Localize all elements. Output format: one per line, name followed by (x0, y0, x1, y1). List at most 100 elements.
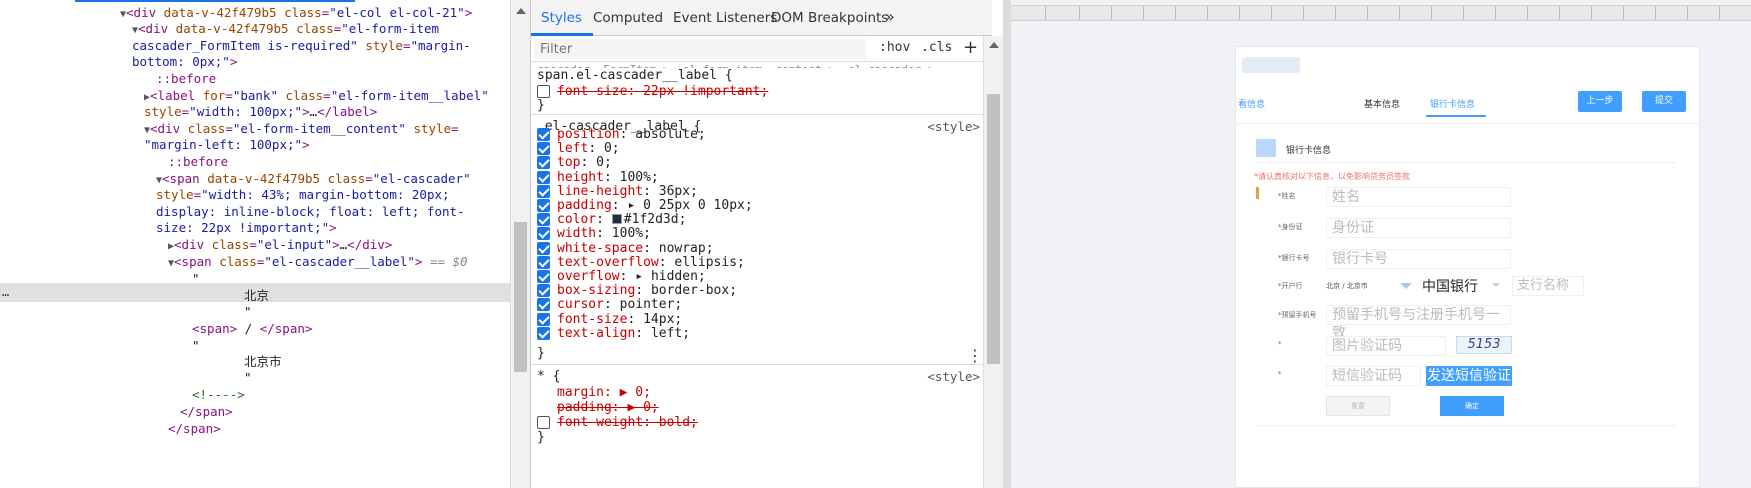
decl-checkbox[interactable] (537, 170, 550, 184)
rule3-fontweight-checkbox[interactable] (537, 416, 550, 429)
text-node-quote[interactable]: " (244, 369, 252, 387)
notice-text: *请认真核对以下信息，以免影响贷务员签款 (1254, 172, 1410, 181)
card-number-input[interactable]: 银行卡号 (1326, 249, 1511, 269)
tab-event-listeners[interactable]: Event Listeners (673, 10, 777, 26)
dom-node-cont: style="width: 100px;">…</label> (144, 104, 378, 119)
kebab-menu-icon[interactable]: ⋮ (967, 346, 983, 365)
decl-checkbox[interactable] (537, 312, 550, 326)
cls-toggle[interactable]: .cls (921, 40, 952, 55)
scroll-up-icon[interactable] (516, 8, 526, 14)
text-node-quote[interactable]: " (192, 337, 200, 355)
rule1-decl-checkbox[interactable] (537, 85, 550, 98)
styles-panel: Styles Computed Event Listeners DOM Brea… (530, 0, 992, 488)
name-input[interactable]: 姓名 (1326, 187, 1511, 207)
styles-tabbar: Styles Computed Event Listeners DOM Brea… (531, 0, 992, 36)
comment-node[interactable]: <!----> (192, 386, 245, 404)
cascader-arrow-icon[interactable] (1400, 283, 1412, 289)
dom-node-cont: size: 22px !important;"> (156, 220, 337, 235)
filter-bar: :hov .cls + (531, 36, 992, 62)
card-number-label: *银行卡号 (1278, 254, 1310, 262)
rule1-selector[interactable]: span.el-cascader__label { (537, 68, 733, 84)
dom-node-close[interactable]: </span> (168, 420, 221, 438)
send-sms-button[interactable]: 发送短信验证 (1426, 366, 1512, 386)
elements-scrollbar[interactable] (510, 0, 530, 488)
submit-button[interactable]: 提交 (1642, 91, 1686, 112)
captcha-required-mark: * (1278, 340, 1282, 348)
rule3-decl-font-weight[interactable]: font-weight: bold; (557, 415, 698, 431)
rule3-close: } (537, 430, 545, 445)
rule3-decl-padding[interactable]: padding: ▶ 0; (557, 400, 659, 416)
name-label: *姓名 (1278, 192, 1296, 200)
focus-indicator (1256, 187, 1259, 199)
id-card-label: *身份证 (1278, 223, 1303, 231)
step-basic-info[interactable]: 基本信息 (1364, 97, 1400, 110)
decl-checkbox[interactable] (537, 270, 550, 283)
decl-checkbox[interactable] (537, 128, 550, 141)
header-left-text[interactable]: 看信息 (1238, 97, 1265, 110)
active-step-indicator (1426, 115, 1486, 117)
decl-checkbox[interactable] (537, 142, 550, 156)
bank-select-value: 中国银行 (1422, 279, 1478, 295)
tab-dom-breakpoints[interactable]: DOM Breakpoints (771, 10, 888, 26)
decl-checkbox[interactable] (537, 199, 550, 212)
decl-checkbox[interactable] (537, 156, 550, 170)
styles-scrollbar[interactable] (983, 36, 1003, 488)
confirm-button[interactable]: 确定 (1440, 396, 1504, 416)
new-rule-plus-icon[interactable]: + (963, 37, 978, 58)
hov-toggle[interactable]: :hov (879, 40, 910, 55)
bank-label: *开户行 (1278, 282, 1303, 290)
dom-node-cont: style="width: 43%; margin-bottom: 20px; (156, 187, 450, 202)
dom-node[interactable]: <span> / </span> (192, 320, 312, 338)
decl-checkbox[interactable] (537, 326, 550, 340)
selected-marker: == $0 (429, 254, 468, 269)
bottom-divider (1256, 425, 1676, 426)
rule1-decl-font-size[interactable]: font-size: 22px !important; (557, 84, 768, 100)
elements-panel: … ▼<div data-v-42f479b5 class="el-col el… (0, 0, 510, 488)
rule2-close: } (537, 346, 545, 361)
pseudo-before[interactable]: ::before (168, 153, 228, 171)
phone-input[interactable]: 预留手机号与注册手机号一致 (1326, 305, 1511, 341)
rule3-source-link[interactable]: <style> (927, 369, 980, 384)
text-node-quote[interactable]: " (244, 303, 252, 321)
decl-checkbox[interactable] (537, 255, 550, 269)
panel-divider[interactable] (1003, 0, 1011, 488)
rule3-selector[interactable]: * { (537, 369, 560, 385)
reset-button[interactable]: 重置 (1326, 396, 1390, 416)
filter-input[interactable] (534, 39, 866, 59)
sms-code-input[interactable]: 短信验证码 (1326, 366, 1421, 386)
color-swatch[interactable] (611, 214, 622, 225)
select-arrow-icon[interactable] (1492, 283, 1500, 287)
decl-checkbox[interactable] (537, 184, 550, 198)
decl-checkbox[interactable] (537, 227, 550, 241)
rule3-decl-margin[interactable]: margin: ▶ 0; (557, 385, 651, 401)
form-card: 看信息 基本信息 银行卡信息 上一步 提交 银行卡信息 *请认真核对以下信息，以… (1235, 46, 1701, 488)
dom-node-cont: "margin-left: 100px;"> (144, 137, 310, 152)
more-tabs-icon[interactable]: » (885, 7, 895, 26)
decl-text-align[interactable]: text-align: left; (557, 326, 690, 342)
decl-checkbox[interactable] (537, 213, 550, 227)
branch-input[interactable]: 支行名称 (1512, 276, 1584, 296)
sms-required-mark: * (1278, 370, 1282, 378)
decl-checkbox[interactable] (537, 298, 550, 312)
tab-computed[interactable]: Computed (593, 10, 663, 26)
text-node-quote[interactable]: " (192, 270, 200, 288)
id-card-input[interactable]: 身份证 (1326, 218, 1511, 238)
more-dots-icon[interactable]: … (2, 283, 9, 301)
section-divider (1256, 162, 1676, 163)
prev-step-button[interactable]: 上一步 (1578, 91, 1622, 112)
rule-separator (531, 114, 985, 115)
scroll-thumb[interactable] (987, 94, 1000, 364)
scroll-thumb[interactable] (514, 222, 527, 372)
decl-checkbox[interactable] (537, 241, 550, 255)
decl-checkbox[interactable] (537, 284, 550, 298)
step-bank-info[interactable]: 银行卡信息 (1430, 97, 1475, 110)
captcha-input[interactable]: 图片验证码 (1326, 336, 1446, 356)
pseudo-before[interactable]: ::before (156, 70, 216, 88)
scroll-up-icon[interactable] (989, 42, 999, 48)
rule1-close: } (537, 98, 545, 113)
dom-node-selected[interactable]: ▼<span class="el-cascader__label"> == $0 (168, 253, 468, 273)
tab-styles[interactable]: Styles (541, 10, 582, 26)
rule2-source-link[interactable]: <style> (927, 119, 980, 134)
dom-node-close[interactable]: </span> (180, 403, 233, 421)
captcha-image[interactable]: 5153 (1456, 336, 1512, 354)
